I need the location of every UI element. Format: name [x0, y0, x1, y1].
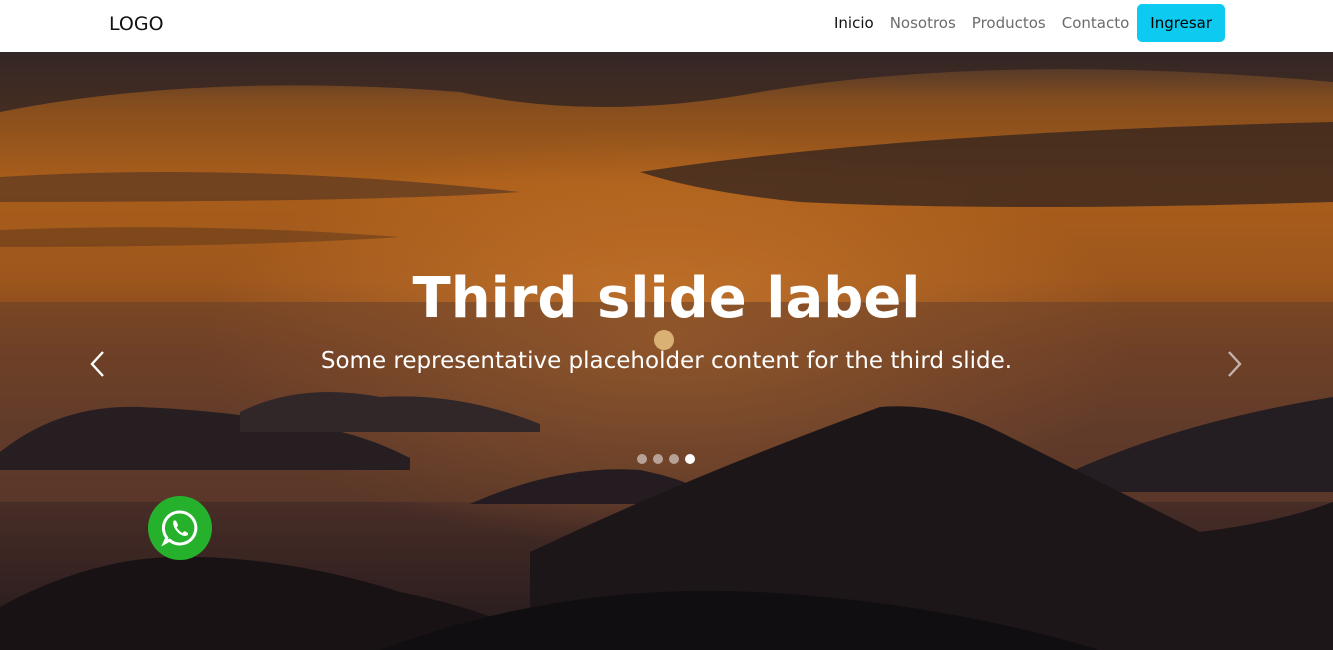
logo[interactable]: LOGO — [109, 13, 164, 35]
nav-link-productos[interactable]: Productos — [972, 14, 1046, 32]
nav-link-inicio[interactable]: Inicio — [834, 14, 874, 32]
carousel-prev-button[interactable] — [78, 342, 118, 386]
navbar: LOGO Inicio Nosotros Productos Contacto … — [0, 0, 1333, 52]
nav-link-contacto[interactable]: Contacto — [1062, 14, 1130, 32]
whatsapp-icon — [161, 510, 198, 547]
slide-title: Third slide label — [412, 266, 921, 331]
nav-links: Inicio Nosotros Productos Contacto Ingre… — [818, 4, 1225, 42]
chevron-left-icon — [90, 351, 104, 377]
nav-link-nosotros[interactable]: Nosotros — [890, 14, 956, 32]
slide-caption: Some representative placeholder content … — [320, 348, 1013, 374]
login-button[interactable]: Ingresar — [1137, 4, 1225, 42]
chevron-right-icon — [1228, 351, 1242, 377]
carousel-indicator-1[interactable] — [637, 454, 647, 464]
whatsapp-button[interactable] — [148, 496, 212, 560]
carousel-indicator-2[interactable] — [653, 454, 663, 464]
carousel-indicator-4[interactable] — [685, 454, 695, 464]
carousel-next-button[interactable] — [1214, 342, 1254, 386]
carousel-indicator-3[interactable] — [669, 454, 679, 464]
hero-carousel: Third slide label Some representative pl… — [0, 52, 1333, 650]
carousel-indicators — [637, 454, 695, 464]
